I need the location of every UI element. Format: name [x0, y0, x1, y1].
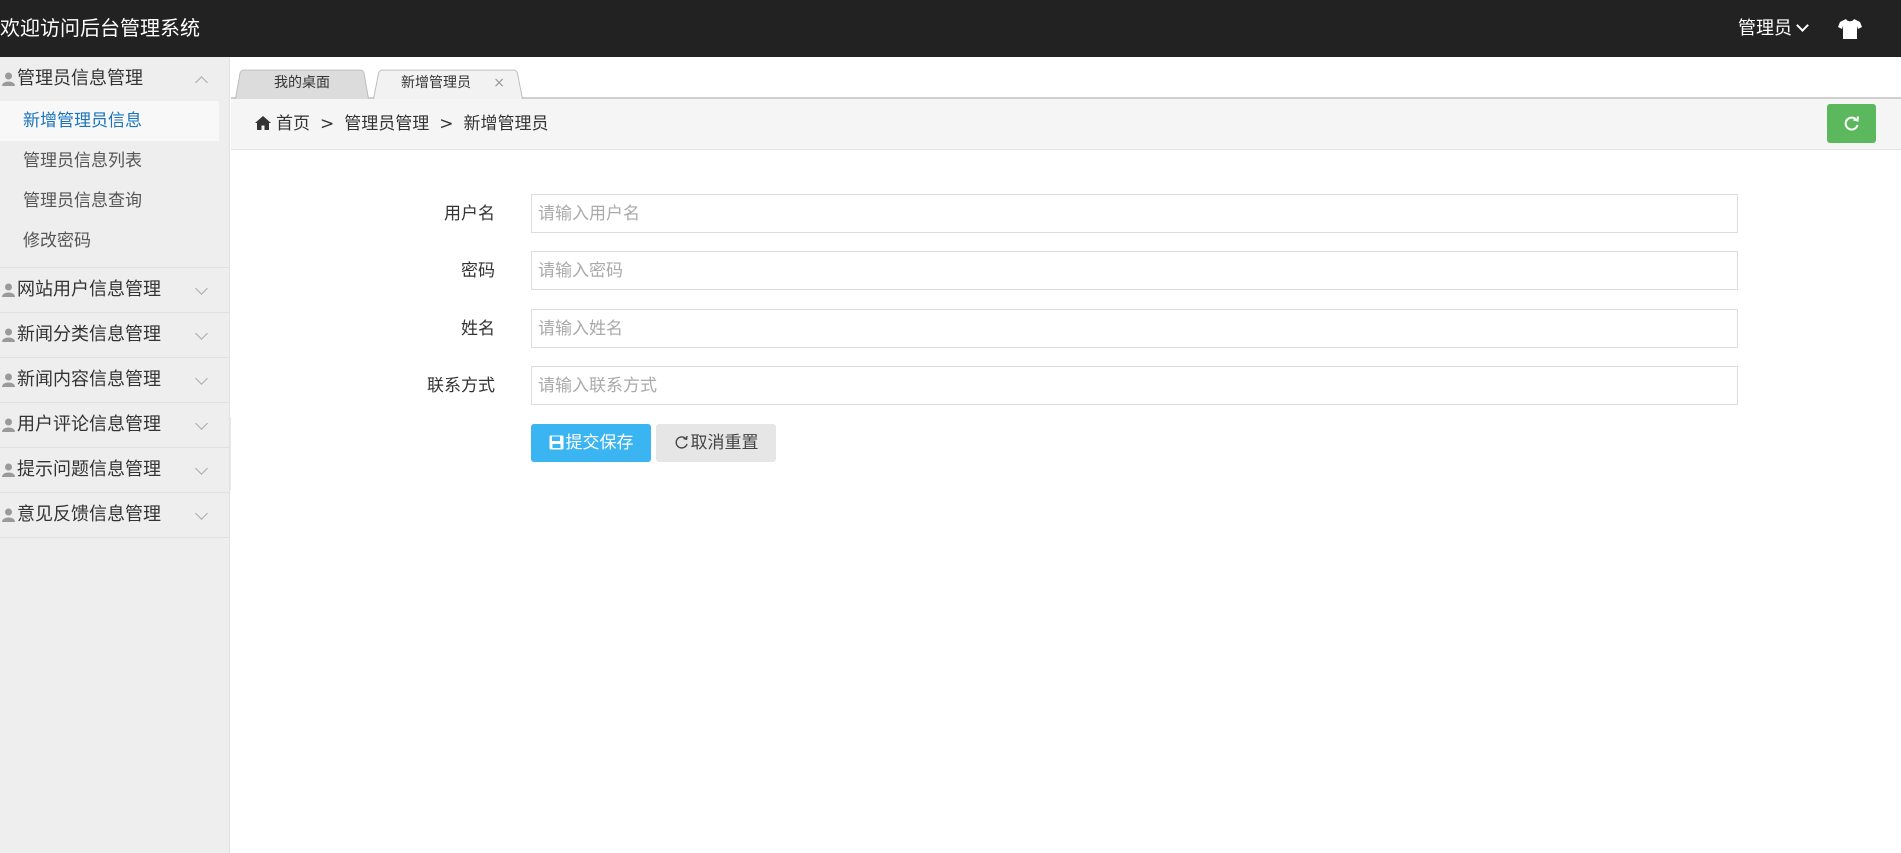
submit-save-button[interactable]: 提交保存	[531, 424, 651, 462]
submenu-admin: 新增管理员信息 管理员信息列表 管理员信息查询 修改密码	[0, 101, 229, 267]
menu-title-label: 网站用户信息管理	[17, 279, 161, 300]
tab-bar: 我的桌面 新增管理员 ×	[231, 57, 1901, 99]
password-label: 密码	[461, 261, 495, 281]
contact-input[interactable]	[531, 366, 1738, 405]
breadcrumb-separator: >	[439, 114, 454, 134]
reset-label: 取消重置	[690, 433, 759, 453]
menu-group-feedback: 意见反馈信息管理	[0, 493, 229, 538]
tshirt-icon[interactable]	[1838, 18, 1862, 40]
sidebar-item-admin-list[interactable]: 管理员信息列表	[0, 141, 229, 181]
submit-label: 提交保存	[565, 433, 634, 453]
tab-add-admin[interactable]: 新增管理员 ×	[373, 67, 523, 99]
breadcrumb-bar: 首页 > 管理员管理 > 新增管理员	[231, 99, 1901, 150]
contact-label: 联系方式	[427, 376, 495, 396]
menu-group-user-comments: 用户评论信息管理	[0, 403, 229, 448]
name-input[interactable]	[531, 309, 1738, 348]
menu-title-feedback[interactable]: 意见反馈信息管理	[0, 493, 229, 537]
chevron-down-icon	[1796, 19, 1809, 32]
user-icon	[2, 418, 15, 432]
sidebar-item-add-admin[interactable]: 新增管理员信息	[0, 101, 219, 141]
sidebar-item-change-password[interactable]: 修改密码	[0, 221, 229, 261]
tab-label: 我的桌面	[274, 75, 330, 91]
menu-title-hint-questions[interactable]: 提示问题信息管理	[0, 448, 229, 492]
user-icon	[2, 463, 15, 477]
sidebar: 管理员信息管理 新增管理员信息 管理员信息列表 管理员信息查询 修改密码 网站用…	[0, 57, 230, 853]
menu-title-news-content[interactable]: 新闻内容信息管理	[0, 358, 229, 402]
breadcrumb-current: 新增管理员	[463, 114, 549, 134]
form-row-username: 用户名	[231, 194, 1901, 234]
menu-title-label: 意见反馈信息管理	[17, 504, 161, 525]
save-icon	[549, 435, 563, 450]
username-input[interactable]	[531, 194, 1738, 233]
user-icon	[2, 328, 15, 342]
reset-icon	[675, 435, 688, 449]
menu-group-news-category: 新闻分类信息管理	[0, 313, 229, 358]
chevron-down-icon	[195, 417, 208, 430]
menu-title-label: 用户评论信息管理	[17, 414, 161, 435]
tab-label: 新增管理员	[401, 75, 471, 91]
user-menu-dropdown[interactable]: 管理员	[1738, 0, 1809, 57]
chevron-down-icon	[195, 462, 208, 475]
chevron-down-icon	[195, 282, 208, 295]
chevron-down-icon	[195, 507, 208, 520]
cancel-reset-button[interactable]: 取消重置	[656, 424, 776, 462]
form-row-name: 姓名	[231, 309, 1901, 349]
breadcrumb-separator: >	[320, 114, 335, 134]
close-icon[interactable]: ×	[493, 67, 505, 99]
menu-group-admin: 管理员信息管理 新增管理员信息 管理员信息列表 管理员信息查询 修改密码	[0, 57, 229, 268]
breadcrumb-level1[interactable]: 管理员管理	[344, 114, 429, 134]
menu-title-user-comments[interactable]: 用户评论信息管理	[0, 403, 229, 447]
breadcrumb: 首页 > 管理员管理 > 新增管理员	[255, 99, 549, 150]
name-label: 姓名	[461, 319, 495, 339]
menu-title-site-users[interactable]: 网站用户信息管理	[0, 268, 229, 312]
menu-title-admin-info[interactable]: 管理员信息管理	[0, 57, 229, 101]
user-icon	[2, 72, 15, 86]
menu-title-label: 管理员信息管理	[17, 68, 143, 89]
menu-title-label: 新闻分类信息管理	[17, 324, 161, 345]
menu-group-news-content: 新闻内容信息管理	[0, 358, 229, 403]
menu-title-label: 新闻内容信息管理	[17, 369, 161, 390]
menu-title-label: 提示问题信息管理	[17, 459, 161, 480]
menu-group-site-users: 网站用户信息管理	[0, 268, 229, 313]
form-row-password: 密码	[231, 251, 1901, 291]
sidebar-item-admin-query[interactable]: 管理员信息查询	[0, 181, 229, 221]
user-icon	[2, 508, 15, 522]
menu-title-news-category[interactable]: 新闻分类信息管理	[0, 313, 229, 357]
chevron-up-icon	[195, 76, 208, 89]
user-icon	[2, 373, 15, 387]
add-admin-form: 用户名 密码 姓名 联系方式 提交保存 取消重置	[231, 150, 1901, 853]
chevron-down-icon	[195, 327, 208, 340]
user-icon	[2, 283, 15, 297]
breadcrumb-home[interactable]: 首页	[276, 114, 310, 134]
top-header: 欢迎访问后台管理系统 管理员	[0, 0, 1901, 57]
user-label: 管理员	[1738, 18, 1792, 39]
tab-my-desktop[interactable]: 我的桌面	[235, 67, 369, 99]
menu-group-hint-questions: 提示问题信息管理	[0, 448, 229, 493]
form-row-contact: 联系方式	[231, 366, 1901, 406]
app-title: 欢迎访问后台管理系统	[0, 16, 200, 40]
password-input[interactable]	[531, 251, 1738, 290]
refresh-button[interactable]	[1827, 104, 1876, 143]
chevron-down-icon	[195, 372, 208, 385]
home-icon	[255, 116, 271, 130]
username-label: 用户名	[444, 204, 495, 224]
refresh-icon	[1844, 116, 1859, 131]
